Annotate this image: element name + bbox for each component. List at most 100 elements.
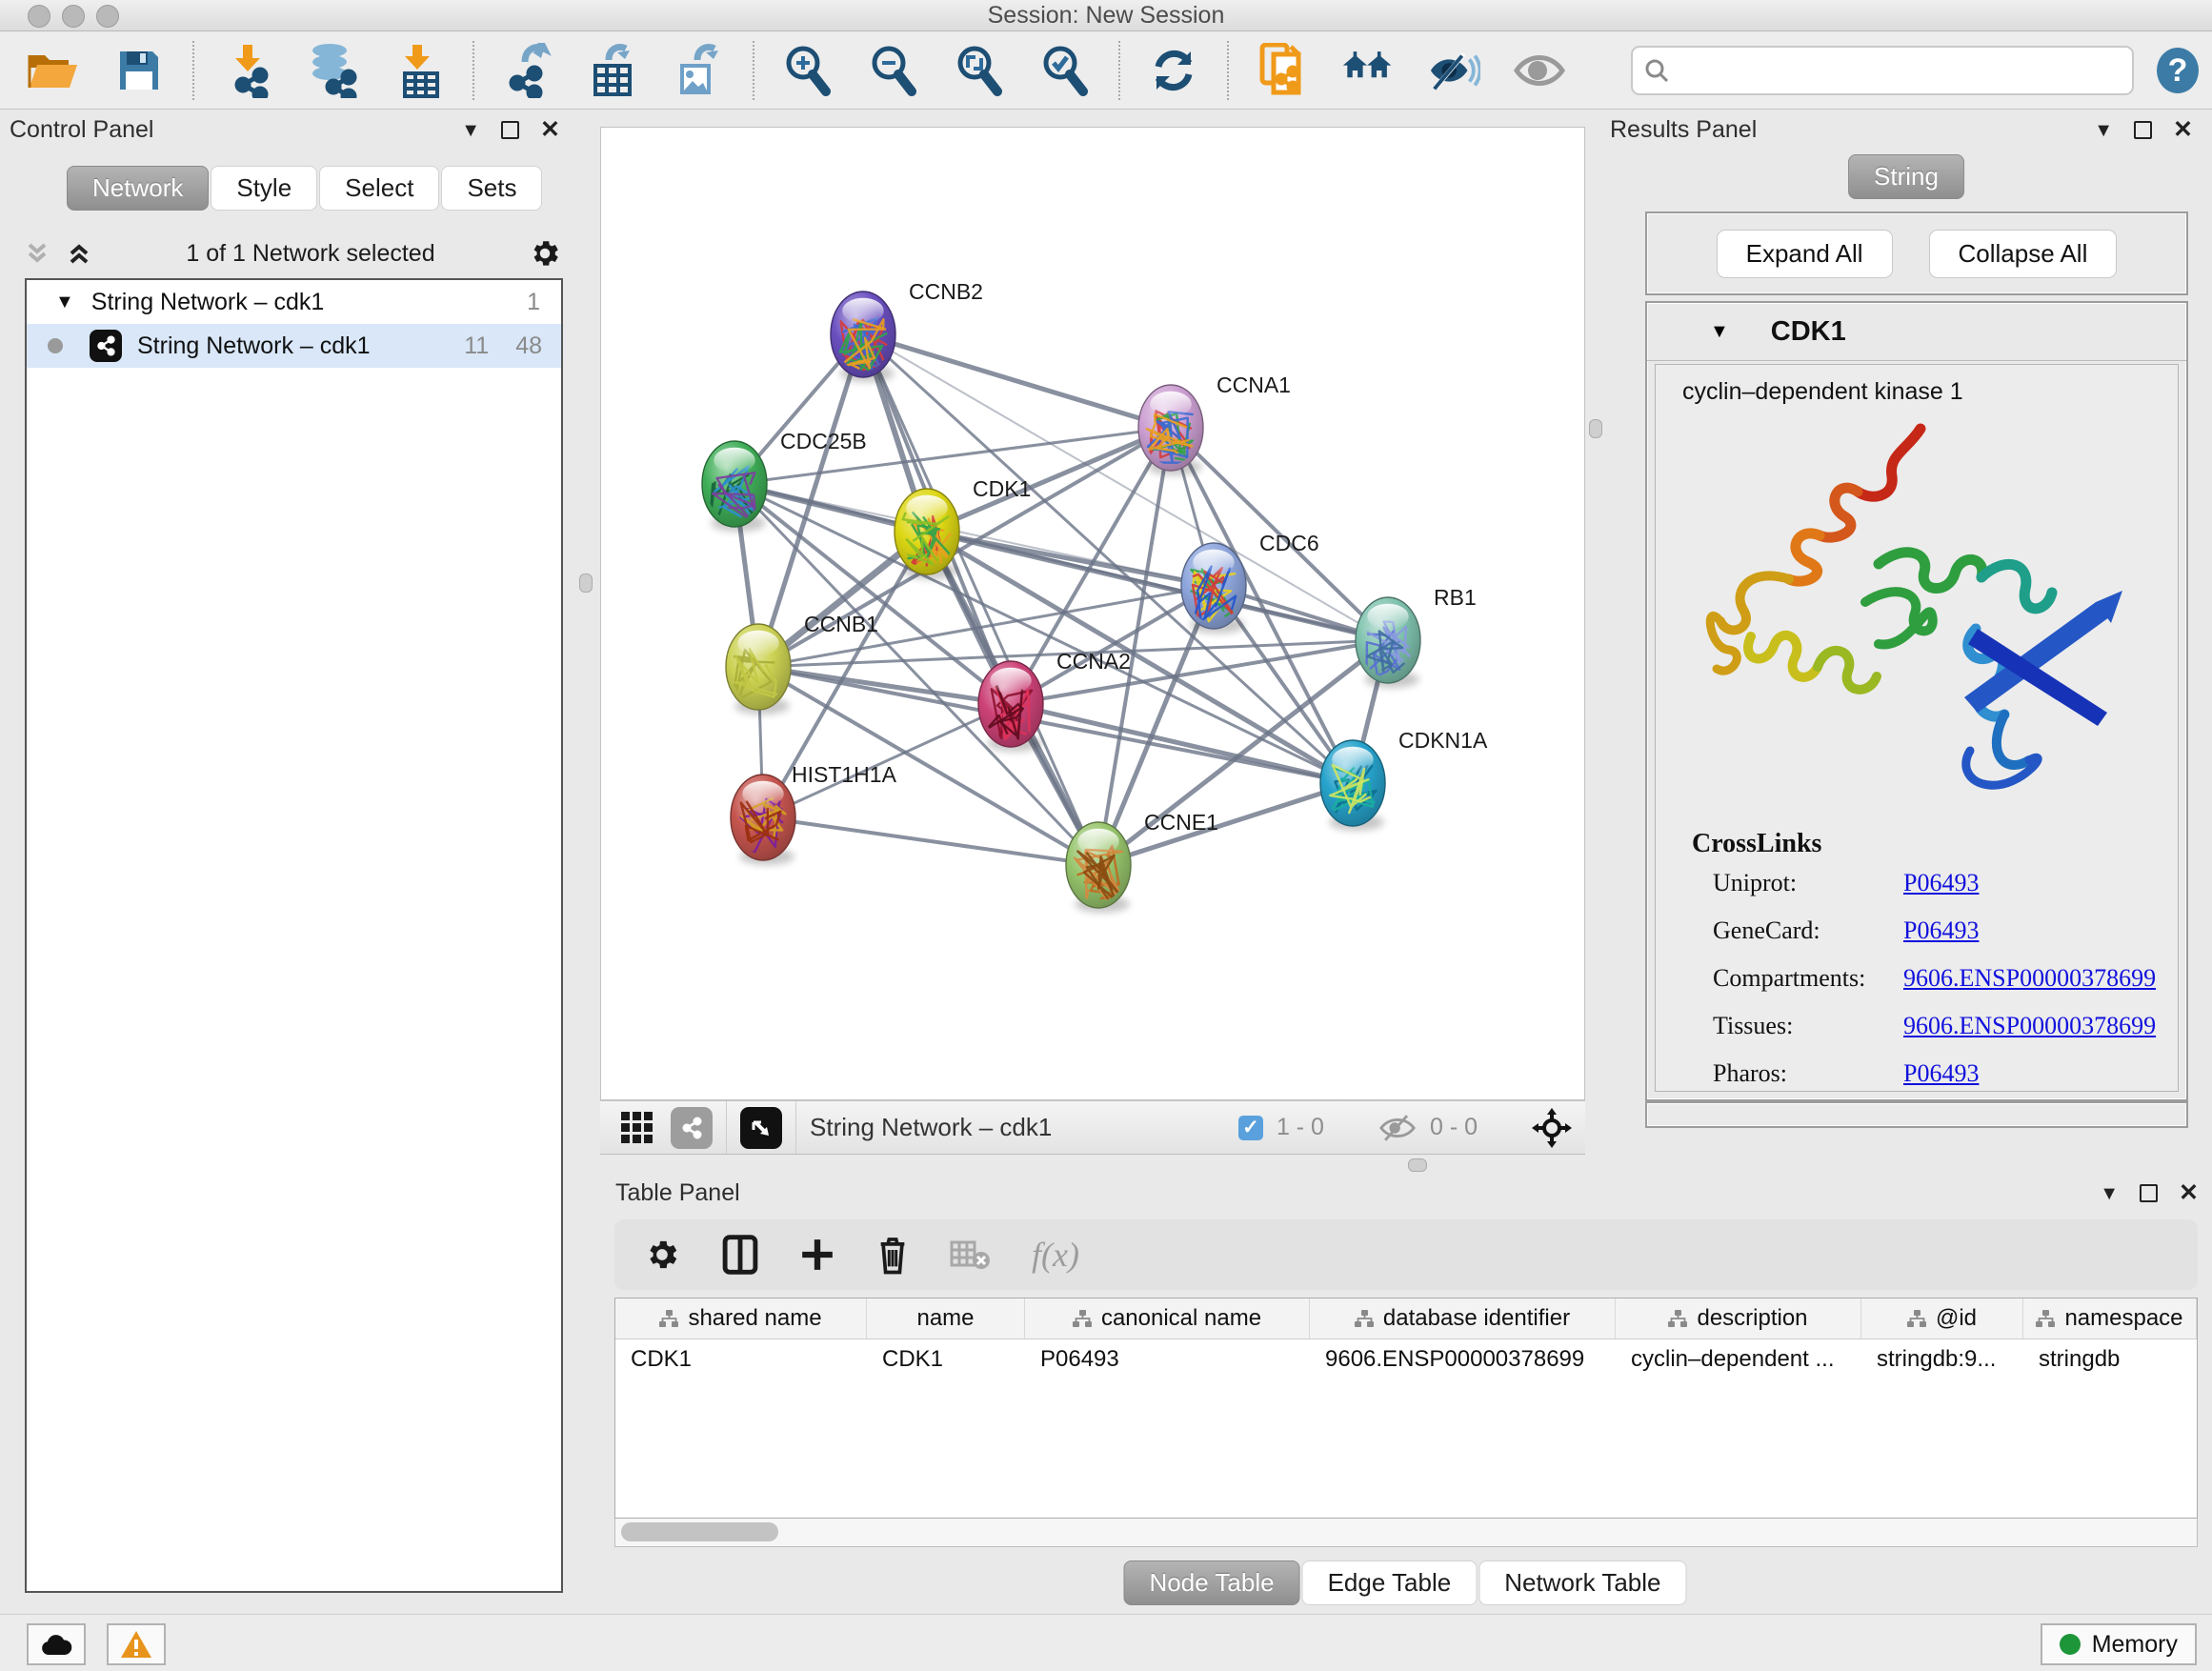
clone-network-icon[interactable]	[1256, 44, 1309, 97]
column-header-database-identifier[interactable]: database identifier	[1310, 1299, 1616, 1339]
network-style-icon[interactable]	[671, 1107, 713, 1149]
graph-node-CCNB2[interactable]: CCNB2	[831, 279, 983, 382]
graph-node-CDK1[interactable]: CDK1	[895, 476, 1031, 579]
column-header-shared-name[interactable]: shared name	[615, 1299, 867, 1339]
graph-node-CDC25B[interactable]: CDC25B	[702, 429, 867, 532]
zoom-out-icon[interactable]	[867, 44, 920, 97]
crosslink-link[interactable]: 9606.ENSP00000378699	[1903, 964, 2156, 993]
tab-network-table[interactable]: Network Table	[1478, 1560, 1686, 1605]
column-header-name[interactable]: name	[867, 1299, 1025, 1339]
import-network-from-database-icon[interactable]	[307, 44, 360, 97]
panel-menu-icon[interactable]: ▼	[461, 121, 480, 140]
export-table-icon[interactable]	[587, 44, 640, 97]
warning-status-button[interactable]	[107, 1623, 166, 1665]
gene-description: cyclin–dependent kinase 1	[1682, 378, 2178, 406]
table-cell[interactable]: CDK1	[867, 1339, 1025, 1379]
memory-button[interactable]: Memory	[2041, 1623, 2197, 1665]
tab-string[interactable]: String	[1848, 154, 1964, 199]
selection-mode-crosshair-icon[interactable]	[1532, 1108, 1572, 1148]
graph-node-CCNA1[interactable]: CCNA1	[1138, 372, 1291, 475]
open-session-icon[interactable]	[27, 44, 80, 97]
zoom-fit-icon[interactable]	[953, 44, 1006, 97]
help-icon[interactable]: ?	[2151, 44, 2204, 97]
network-options-gear-icon[interactable]	[528, 236, 562, 271]
scrollbar-thumb[interactable]	[621, 1522, 778, 1541]
splitter-grip[interactable]	[579, 574, 593, 593]
horizontal-scrollbar[interactable]	[614, 1519, 2198, 1547]
crosslink-link[interactable]: 9606.ENSP00000378699	[1903, 1012, 2156, 1040]
float-panel-icon[interactable]	[2134, 121, 2152, 139]
collapse-gene-icon[interactable]: ▼	[1710, 321, 1729, 343]
refresh-icon[interactable]	[1147, 44, 1200, 97]
memory-label: Memory	[2092, 1631, 2178, 1659]
main-toolbar: ?	[0, 31, 2212, 110]
expand-all-icon[interactable]	[65, 239, 93, 268]
close-panel-icon[interactable]: ✕	[2173, 118, 2193, 142]
column-header-canonical-name[interactable]: canonical name	[1025, 1299, 1310, 1339]
float-panel-icon[interactable]	[2140, 1184, 2158, 1202]
selected-checkbox-icon[interactable]: ✓	[1238, 1116, 1263, 1140]
export-network-icon[interactable]	[501, 44, 554, 97]
node-table[interactable]: shared namenamecanonical namedatabase id…	[614, 1298, 2198, 1519]
table-row[interactable]: CDK1CDK1P064939606.ENSP00000378699cyclin…	[615, 1339, 2197, 1379]
tab-edge-table[interactable]: Edge Table	[1302, 1560, 1478, 1605]
birdseye-view-icon[interactable]	[740, 1107, 782, 1149]
network-icon	[90, 330, 122, 362]
crosslink-link[interactable]: P06493	[1903, 916, 1979, 945]
tab-network[interactable]: Network	[67, 166, 209, 211]
splitter-grip[interactable]	[1408, 1158, 1427, 1172]
crosslink-link[interactable]: P06493	[1903, 1059, 1979, 1088]
graph-node-RB1[interactable]: RB1	[1356, 585, 1477, 688]
graph-node-CDKN1A[interactable]: CDKN1A	[1320, 728, 1488, 831]
close-panel-icon[interactable]: ✕	[2179, 1181, 2199, 1205]
add-column-icon[interactable]	[799, 1237, 835, 1273]
show-eye-icon[interactable]	[1513, 44, 1566, 97]
delete-column-icon[interactable]	[875, 1235, 910, 1275]
results-scroll-strip[interactable]	[1645, 1101, 2188, 1128]
search-input[interactable]	[1677, 56, 2121, 85]
houses-icon[interactable]	[1341, 44, 1395, 97]
string-network-graph[interactable]: CCNB2CCNA1CDC25BCDK1CDC6RB1CCNB1CCNA2CDK…	[601, 128, 1584, 1099]
crosslink-link[interactable]: P06493	[1903, 869, 1979, 897]
collapse-all-icon[interactable]	[23, 239, 51, 268]
cloud-status-button[interactable]	[27, 1623, 86, 1665]
network-row[interactable]: String Network – cdk1 11 48	[27, 324, 561, 368]
table-cell[interactable]: cyclin–dependent ...	[1616, 1339, 1861, 1379]
panel-menu-icon[interactable]: ▼	[2100, 1184, 2119, 1203]
close-panel-icon[interactable]: ✕	[540, 118, 560, 142]
zoom-in-icon[interactable]	[781, 44, 835, 97]
tab-node-table[interactable]: Node Table	[1124, 1560, 1300, 1605]
gene-header[interactable]: ▼ CDK1	[1647, 303, 2186, 361]
zoom-selected-icon[interactable]	[1038, 44, 1092, 97]
float-panel-icon[interactable]	[501, 121, 519, 139]
table-cell[interactable]: P06493	[1025, 1339, 1310, 1379]
save-session-icon[interactable]	[112, 44, 166, 97]
tab-sets[interactable]: Sets	[441, 166, 542, 211]
panel-menu-icon[interactable]: ▼	[2094, 121, 2113, 140]
table-cell[interactable]: stringdb:9...	[1861, 1339, 2023, 1379]
grid-view-icon[interactable]	[619, 1110, 655, 1146]
tab-style[interactable]: Style	[211, 166, 317, 211]
splitter-grip[interactable]	[1589, 419, 1602, 438]
column-header-description[interactable]: description	[1616, 1299, 1861, 1339]
show-columns-icon[interactable]	[721, 1234, 759, 1276]
import-table-icon[interactable]	[392, 44, 446, 97]
tree-caret-icon[interactable]: ▼	[55, 292, 74, 313]
column-header-namespace[interactable]: namespace	[2023, 1299, 2197, 1339]
table-options-gear-icon[interactable]	[643, 1236, 681, 1274]
tab-select[interactable]: Select	[319, 166, 439, 211]
collapse-all-button[interactable]: Collapse All	[1929, 230, 2118, 278]
export-image-icon[interactable]	[673, 44, 726, 97]
network-collection-row[interactable]: ▼ String Network – cdk1 1	[27, 280, 561, 324]
table-cell[interactable]: CDK1	[615, 1339, 867, 1379]
hidden-eye-icon[interactable]	[1378, 1113, 1417, 1143]
hide-selected-eye-icon[interactable]	[1427, 44, 1480, 97]
table-cell[interactable]: 9606.ENSP00000378699	[1310, 1339, 1616, 1379]
column-header--id[interactable]: @id	[1861, 1299, 2023, 1339]
import-network-icon[interactable]	[221, 44, 274, 97]
table-cell[interactable]: stringdb	[2023, 1339, 2197, 1379]
expand-all-button[interactable]: Expand All	[1717, 230, 1893, 278]
graph-node-CCNE1[interactable]: CCNE1	[1066, 810, 1218, 913]
graph-node-HIST1H1A[interactable]: HIST1H1A	[731, 762, 897, 865]
network-canvas[interactable]: CCNB2CCNA1CDC25BCDK1CDC6RB1CCNB1CCNA2CDK…	[600, 127, 1585, 1100]
